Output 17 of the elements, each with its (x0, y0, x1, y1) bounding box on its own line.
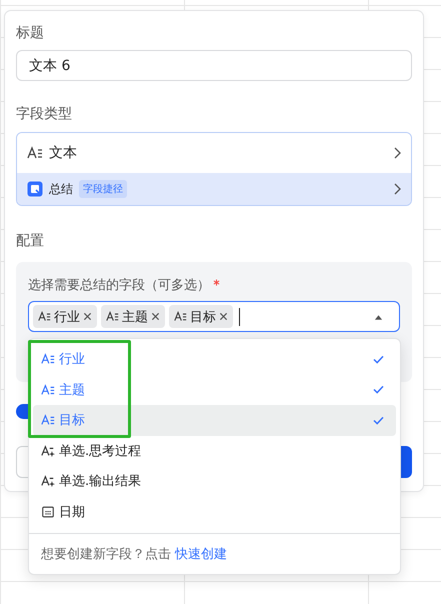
field-label: 配置 (16, 232, 45, 251)
option-label: 主题 (59, 382, 85, 399)
option-label: 行业 (59, 351, 85, 368)
option-label: 单选.思考过程 (59, 442, 142, 460)
option-label: 日期 (59, 504, 85, 521)
option-label: 单选.输出结果 (59, 473, 142, 490)
field-label: 标题 (16, 24, 45, 43)
select-label: 选择需要总结的字段（可多选） (28, 277, 210, 294)
shortcut-tag: 字段捷径 (79, 180, 127, 198)
option-label: 文本 (49, 144, 77, 162)
chip-label: 目标 (190, 308, 216, 326)
chip-label: 主题 (122, 308, 148, 326)
chip-label: 行业 (54, 308, 80, 326)
option-label: 目标 (59, 412, 85, 430)
option-label: 总结 (49, 180, 73, 198)
footer-text: 想要创建新字段？点击 (41, 546, 171, 563)
field-label: 字段类型 (16, 105, 73, 124)
